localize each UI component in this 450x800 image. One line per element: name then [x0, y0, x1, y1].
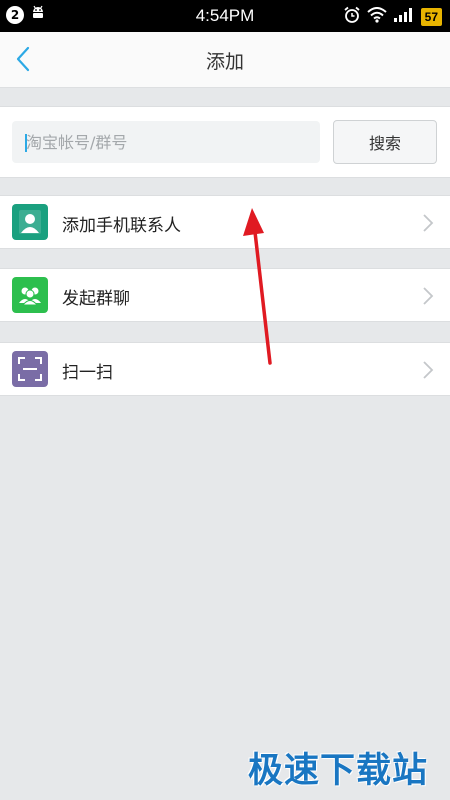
battery-icon: 57 — [420, 8, 442, 26]
nav-bar: 添加 — [0, 32, 450, 88]
chevron-right-icon — [423, 361, 434, 379]
search-button[interactable]: 搜索 — [333, 120, 437, 164]
status-bar: 2 4:54PM 57 — [0, 0, 450, 32]
menu-item-scan[interactable]: 扫一扫 — [0, 342, 450, 396]
status-right: 57 — [343, 6, 442, 28]
menu-item-label: 发起群聊 — [62, 289, 130, 309]
menu-item-add-phone-contacts[interactable]: 添加手机联系人 — [0, 195, 450, 249]
alarm-icon — [343, 6, 361, 28]
search-panel: 搜索 — [0, 106, 450, 178]
wifi-icon — [366, 7, 387, 27]
watermark-text: 极速下载站 — [247, 751, 428, 791]
page-title: 添加 — [205, 51, 244, 73]
contact-person-icon — [12, 204, 48, 240]
menu-item-start-group-chat[interactable]: 发起群聊 — [0, 268, 450, 322]
scan-icon — [12, 351, 48, 387]
chevron-right-icon — [423, 287, 434, 305]
search-input[interactable] — [12, 121, 320, 163]
signal-icon — [393, 7, 415, 27]
menu-item-label: 添加手机联系人 — [62, 216, 181, 236]
chevron-right-icon — [423, 214, 434, 232]
text-caret — [25, 134, 27, 152]
menu-item-label: 扫一扫 — [62, 363, 113, 383]
group-chat-icon — [12, 277, 48, 313]
